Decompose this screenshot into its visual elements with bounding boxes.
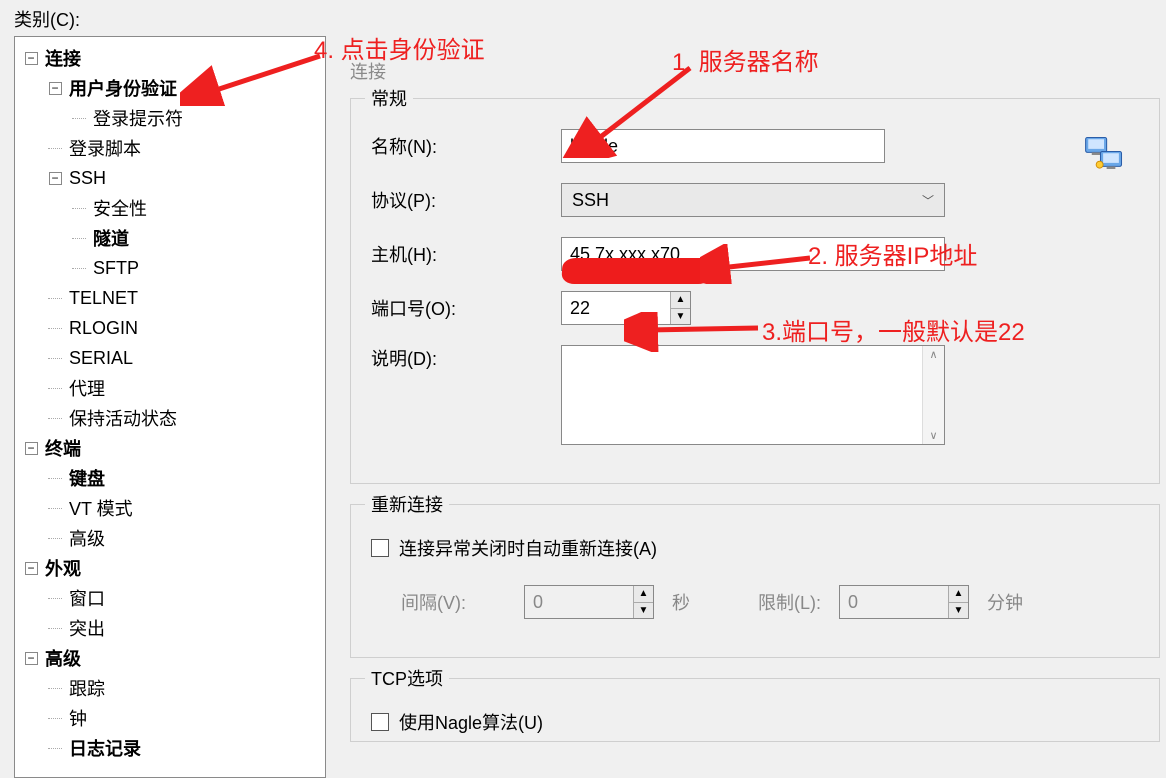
tree-item-terminal[interactable]: 终端 [43, 435, 83, 461]
tree-item-security[interactable]: 安全性 [91, 195, 149, 221]
limit-spinbox[interactable]: ▲▼ [839, 585, 969, 619]
limit-input[interactable] [840, 586, 948, 618]
tree-item-trace[interactable]: 跟踪 [67, 675, 107, 701]
unit-minutes: 分钟 [987, 589, 1023, 615]
tree-item-login-script[interactable]: 登录脚本 [67, 135, 143, 161]
nagle-checkbox[interactable] [371, 713, 389, 731]
auto-reconnect-checkbox[interactable] [371, 539, 389, 557]
limit-up[interactable]: ▲ [949, 586, 968, 603]
tree-item-proxy[interactable]: 代理 [67, 375, 107, 401]
port-spinbox[interactable]: ▲▼ [561, 291, 691, 325]
tree-item-log[interactable]: 日志记录 [67, 735, 143, 761]
tree-item-login-prompt[interactable]: 登录提示符 [91, 105, 185, 131]
group-tcp: TCP选项 使用Nagle算法(U) [350, 678, 1160, 742]
tree-item-serial[interactable]: SERIAL [67, 348, 135, 369]
tree-toggle-appearance[interactable]: − [25, 562, 38, 575]
tree-item-advanced-terminal[interactable]: 高级 [67, 525, 107, 551]
label-limit: 限制(L): [758, 589, 821, 615]
port-input[interactable] [562, 292, 670, 324]
tree-toggle-terminal[interactable]: − [25, 442, 38, 455]
unit-seconds: 秒 [672, 589, 690, 615]
auto-reconnect-label: 连接异常关闭时自动重新连接(A) [399, 535, 657, 561]
label-name: 名称(N): [371, 133, 561, 159]
tree-item-ssh[interactable]: SSH [67, 168, 108, 189]
tree-item-vt-mode[interactable]: VT 模式 [67, 495, 135, 521]
tree-toggle-connection[interactable]: − [25, 52, 38, 65]
interval-down[interactable]: ▼ [634, 603, 653, 619]
group-reconnect: 重新连接 连接异常关闭时自动重新连接(A) 间隔(V): ▲▼ 秒 限制(L): [350, 504, 1160, 658]
name-input[interactable] [561, 129, 885, 163]
tree-item-telnet[interactable]: TELNET [67, 288, 140, 309]
tree-item-tunnel[interactable]: 隧道 [91, 225, 131, 251]
interval-spinbox[interactable]: ▲▼ [524, 585, 654, 619]
category-label: 类别(C): [0, 0, 1166, 36]
tree-item-appearance[interactable]: 外观 [43, 555, 83, 581]
protocol-select[interactable]: SSH ﹀ [561, 183, 945, 217]
category-tree-panel: −连接 −用户身份验证 登录提示符 登录脚本 −SSH [14, 36, 326, 778]
chevron-down-icon: ﹀ [922, 192, 934, 209]
label-desc: 说明(D): [371, 345, 561, 371]
label-host: 主机(H): [371, 241, 561, 267]
category-tree[interactable]: −连接 −用户身份验证 登录提示符 登录脚本 −SSH [19, 43, 321, 763]
label-protocol: 协议(P): [371, 187, 561, 213]
protocol-value: SSH [572, 190, 609, 211]
tree-item-sftp[interactable]: SFTP [91, 258, 141, 279]
connection-icon [1083, 135, 1125, 175]
tree-toggle-auth[interactable]: − [49, 82, 62, 95]
group-reconnect-legend: 重新连接 [365, 491, 449, 517]
tree-item-keepalive[interactable]: 保持活动状态 [67, 405, 179, 431]
interval-up[interactable]: ▲ [634, 586, 653, 603]
nagle-label: 使用Nagle算法(U) [399, 709, 543, 735]
port-down[interactable]: ▼ [671, 309, 690, 325]
label-port: 端口号(O): [371, 295, 561, 321]
interval-input[interactable] [525, 586, 633, 618]
tree-item-rlogin[interactable]: RLOGIN [67, 318, 140, 339]
port-up[interactable]: ▲ [671, 292, 690, 309]
group-tcp-legend: TCP选项 [365, 665, 449, 691]
textarea-scrollbar[interactable]: ∧∨ [922, 346, 944, 444]
description-textarea[interactable]: ∧∨ [561, 345, 945, 445]
tree-item-keyboard[interactable]: 键盘 [67, 465, 107, 491]
group-general: 常规 名称(N): 协议(P): SSH [350, 98, 1160, 484]
host-input[interactable] [561, 237, 945, 271]
tree-item-clock[interactable]: 钟 [67, 705, 89, 731]
tree-item-highlight[interactable]: 突出 [67, 615, 107, 641]
tree-item-advanced[interactable]: 高级 [43, 645, 83, 671]
limit-down[interactable]: ▼ [949, 603, 968, 619]
group-general-legend: 常规 [365, 85, 413, 111]
label-interval: 间隔(V): [401, 589, 466, 615]
tree-item-window[interactable]: 窗口 [67, 585, 107, 611]
tree-toggle-advanced[interactable]: − [25, 652, 38, 665]
tree-toggle-ssh[interactable]: − [49, 172, 62, 185]
tree-item-user-auth[interactable]: 用户身份验证 [67, 75, 179, 101]
tree-item-connection[interactable]: 连接 [43, 45, 83, 71]
panel-title: 连接 [344, 36, 1166, 92]
